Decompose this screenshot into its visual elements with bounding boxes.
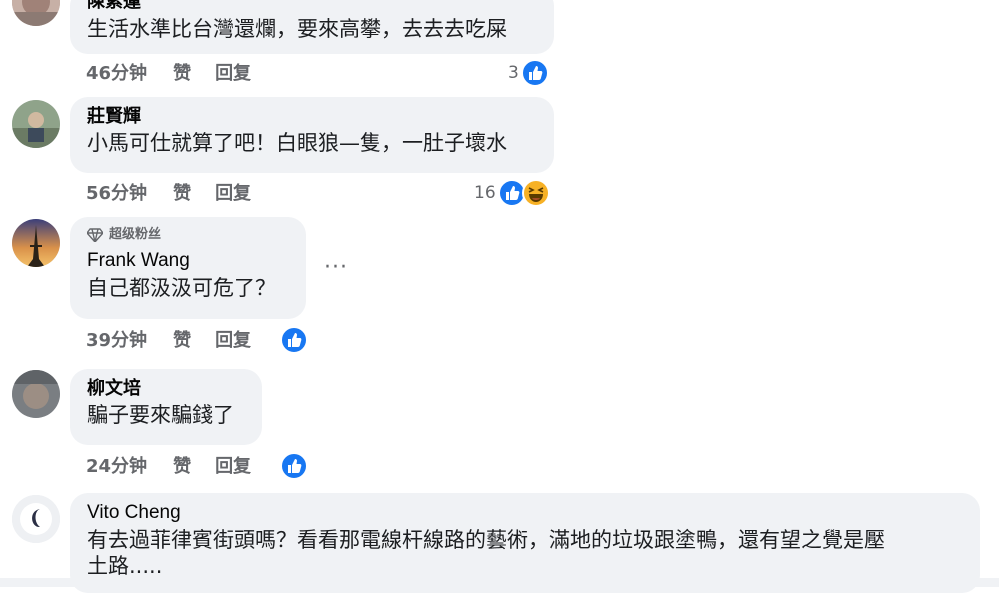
page-bottom-edge <box>0 578 999 587</box>
comment-bubble: 陳紫蓮 生活水準比台灣還爛，要來高攀，去去去吃屎 <box>70 0 554 54</box>
comment-author[interactable]: 莊賢輝 <box>87 105 538 129</box>
comment-bubble: 莊賢輝 小馬可仕就算了吧！白眼狼—隻，一肚子壞水 <box>70 97 554 173</box>
comment-bubble: 超级粉丝 Frank Wang 自己都汲汲可危了？ <box>70 217 306 319</box>
comment-text: 有去過菲律賓街頭嗎？看看那電線杆線路的藝術，滿地的垃圾跟塗鴨，還有望之覺是壓 <box>87 528 885 552</box>
reaction-summary[interactable]: 16 <box>474 179 550 207</box>
reply-button[interactable]: 回复 <box>215 329 251 353</box>
comment-text: 小馬可仕就算了吧！白眼狼—隻，一肚子壞水 <box>87 131 507 155</box>
avatar[interactable] <box>12 370 60 418</box>
reply-button[interactable]: 回复 <box>215 62 251 86</box>
avatar[interactable] <box>12 100 60 148</box>
comment-time[interactable]: 24分钟 <box>86 455 147 479</box>
reply-button[interactable]: 回复 <box>215 455 251 479</box>
comment-actions: 56分钟 赞 回复 <box>86 182 251 206</box>
comment-actions: 39分钟 赞 回复 <box>86 329 251 353</box>
reaction-summary[interactable] <box>280 326 308 354</box>
avatar[interactable] <box>12 495 60 543</box>
top-fan-badge: 超级粉丝 <box>87 225 290 245</box>
like-button[interactable]: 赞 <box>173 329 191 353</box>
comment-actions: 24分钟 赞 回复 <box>86 455 251 479</box>
reply-button[interactable]: 回复 <box>215 182 251 206</box>
more-options-icon[interactable]: ··· <box>324 257 348 279</box>
comment-time[interactable]: 39分钟 <box>86 329 147 353</box>
like-icon <box>280 452 308 480</box>
like-button[interactable]: 赞 <box>173 455 191 479</box>
comment-time[interactable]: 56分钟 <box>86 182 147 206</box>
comment-bubble: 柳文培 騙子要來騙錢了 <box>70 369 262 445</box>
comment-text: 自己都汲汲可危了？ <box>87 276 276 300</box>
comment-time[interactable]: 46分钟 <box>86 62 147 86</box>
badge-label: 超级粉丝 <box>109 227 162 242</box>
like-button[interactable]: 赞 <box>173 182 191 206</box>
comment-author[interactable]: 陳紫蓮 <box>87 0 538 11</box>
comment-actions: 46分钟 赞 回复 <box>86 62 251 86</box>
reaction-summary[interactable]: 3 <box>508 59 549 87</box>
like-icon <box>520 59 549 87</box>
like-icon <box>280 326 308 354</box>
reaction-count: 16 <box>474 183 496 203</box>
avatar[interactable] <box>12 219 60 267</box>
comment-text: 騙子要來騙錢了 <box>87 403 234 427</box>
avatar[interactable] <box>12 0 60 26</box>
comment-text: 生活水準比台灣還爛，要來高攀，去去去吃屎 <box>87 17 507 41</box>
reaction-summary[interactable] <box>280 452 308 480</box>
comment-author[interactable]: Vito Cheng <box>87 501 964 525</box>
comment-author[interactable]: 柳文培 <box>87 377 246 401</box>
comment-author[interactable]: Frank Wang <box>87 249 290 273</box>
comment-text-line2: 土路..... <box>87 554 163 578</box>
diamond-icon <box>87 228 103 242</box>
reaction-count: 3 <box>508 63 519 83</box>
haha-icon <box>521 179 550 207</box>
like-button[interactable]: 赞 <box>173 62 191 86</box>
